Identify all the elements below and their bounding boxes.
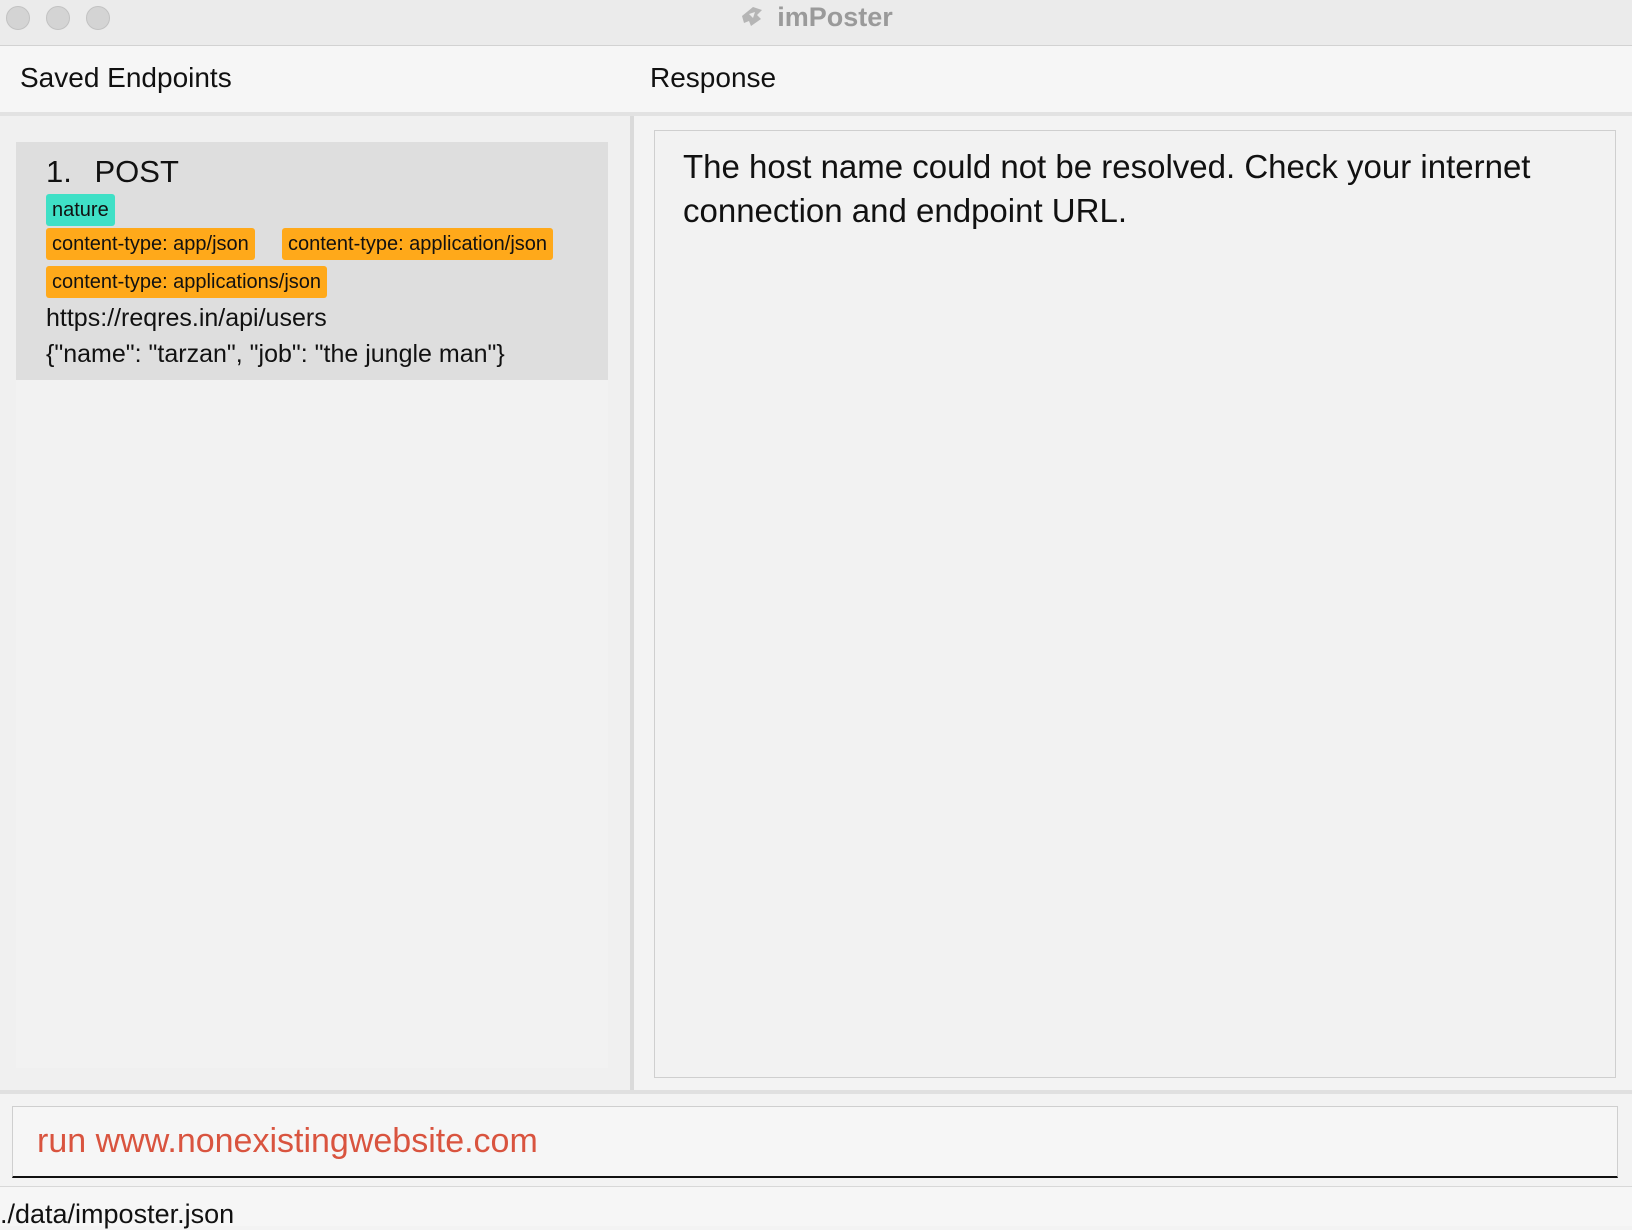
endpoint-header-tag: content-type: app/json <box>46 228 255 260</box>
endpoint-index: 1. <box>46 154 72 189</box>
endpoint-url: https://reqres.in/api/users <box>46 304 327 332</box>
endpoint-body: {"name": "tarzan", "job": "the jungle ma… <box>46 340 505 368</box>
data-file-path: ./data/imposter.json <box>0 1199 235 1229</box>
response-title: Response <box>650 62 777 93</box>
title-bar: imPoster <box>0 0 1632 46</box>
response-pane: The host name could not be resolved. Che… <box>634 116 1632 1090</box>
saved-endpoints-title: Saved Endpoints <box>20 62 232 93</box>
endpoint-header-tag: content-type: applications/json <box>46 266 328 298</box>
poster-logo-icon <box>739 4 765 30</box>
command-input[interactable] <box>37 1107 1597 1175</box>
status-bar: ./data/imposter.json <box>0 1186 1632 1229</box>
app-title-text: imPoster <box>777 1 893 32</box>
endpoint-list[interactable]: 1. POST nature content-type: app/json co… <box>16 142 608 1068</box>
response-display[interactable]: The host name could not be resolved. Che… <box>654 130 1616 1078</box>
endpoint-card[interactable]: 1. POST nature content-type: app/json co… <box>16 142 608 380</box>
endpoint-tag: nature <box>46 194 115 226</box>
endpoint-method: POST <box>94 154 179 189</box>
endpoint-header-tag: content-type: application/json <box>282 228 554 260</box>
command-box[interactable] <box>12 1106 1618 1178</box>
saved-endpoints-pane: 1. POST nature content-type: app/json co… <box>0 116 630 1090</box>
command-area <box>0 1090 1632 1186</box>
window-title: imPoster <box>0 0 1632 34</box>
pane-header-row: Saved Endpoints Response <box>0 46 1632 116</box>
endpoint-heading: 1. POST <box>46 154 179 190</box>
response-message: The host name could not be resolved. Che… <box>683 148 1531 229</box>
